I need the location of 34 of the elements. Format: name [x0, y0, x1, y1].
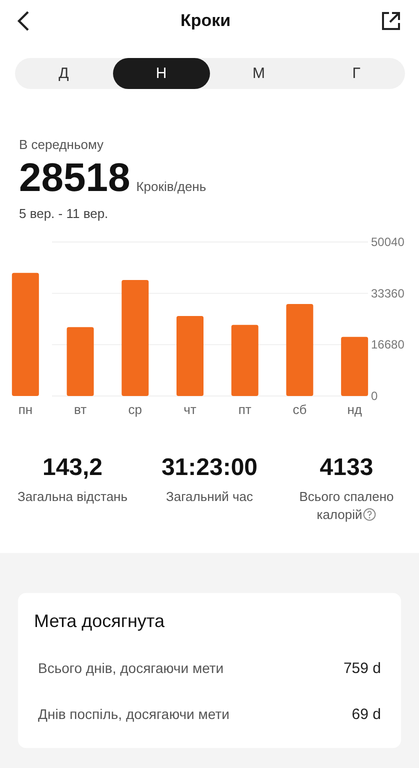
stat-label: Загальний час: [166, 488, 253, 506]
x-tick-label: пт: [238, 402, 252, 417]
stat-label: Всього спалено калорій: [298, 488, 395, 524]
stat-value: 31:23:00: [161, 454, 258, 482]
goal-label: Всього днів, досягаючи мети: [38, 660, 224, 677]
x-tick-label: ср: [128, 402, 142, 417]
y-tick-label: 16680: [371, 338, 404, 352]
average-steps: 28518: [19, 156, 130, 200]
x-tick-label: чт: [184, 402, 196, 417]
x-tick-label: сб: [292, 402, 307, 417]
period-tab[interactable]: М: [210, 58, 308, 89]
x-tick-label: пн: [18, 402, 33, 417]
stat-value: 143,2: [42, 454, 103, 482]
goal-label: Днів поспіль, досягаючи мети: [38, 706, 230, 723]
period-tab[interactable]: Д: [15, 58, 112, 89]
period-tab[interactable]: Н: [112, 58, 210, 89]
steps-unit: Кроків/день: [136, 179, 206, 194]
date-range: 5 вер. - 11 вер.: [19, 206, 110, 221]
stat-label: Загальна відстань: [17, 488, 128, 506]
x-tick-label: нд: [347, 402, 362, 417]
goal-value: 69 d: [352, 706, 381, 723]
y-tick-label: 0: [371, 389, 378, 403]
period-tab[interactable]: Г: [308, 58, 405, 89]
back-icon[interactable]: [16, 10, 30, 32]
x-tick-label: вт: [74, 402, 87, 417]
average-caption: В середньому: [19, 137, 105, 152]
y-tick-label: 50040: [371, 235, 404, 249]
help-icon[interactable]: [363, 508, 376, 522]
page-title: Кроки: [180, 11, 231, 31]
stat-value: 4133: [320, 454, 374, 482]
y-tick-label: 33360: [371, 286, 404, 300]
share-icon[interactable]: [380, 11, 401, 31]
card-title: Мета досягнута: [34, 611, 166, 632]
goal-value: 759 d: [343, 660, 381, 677]
